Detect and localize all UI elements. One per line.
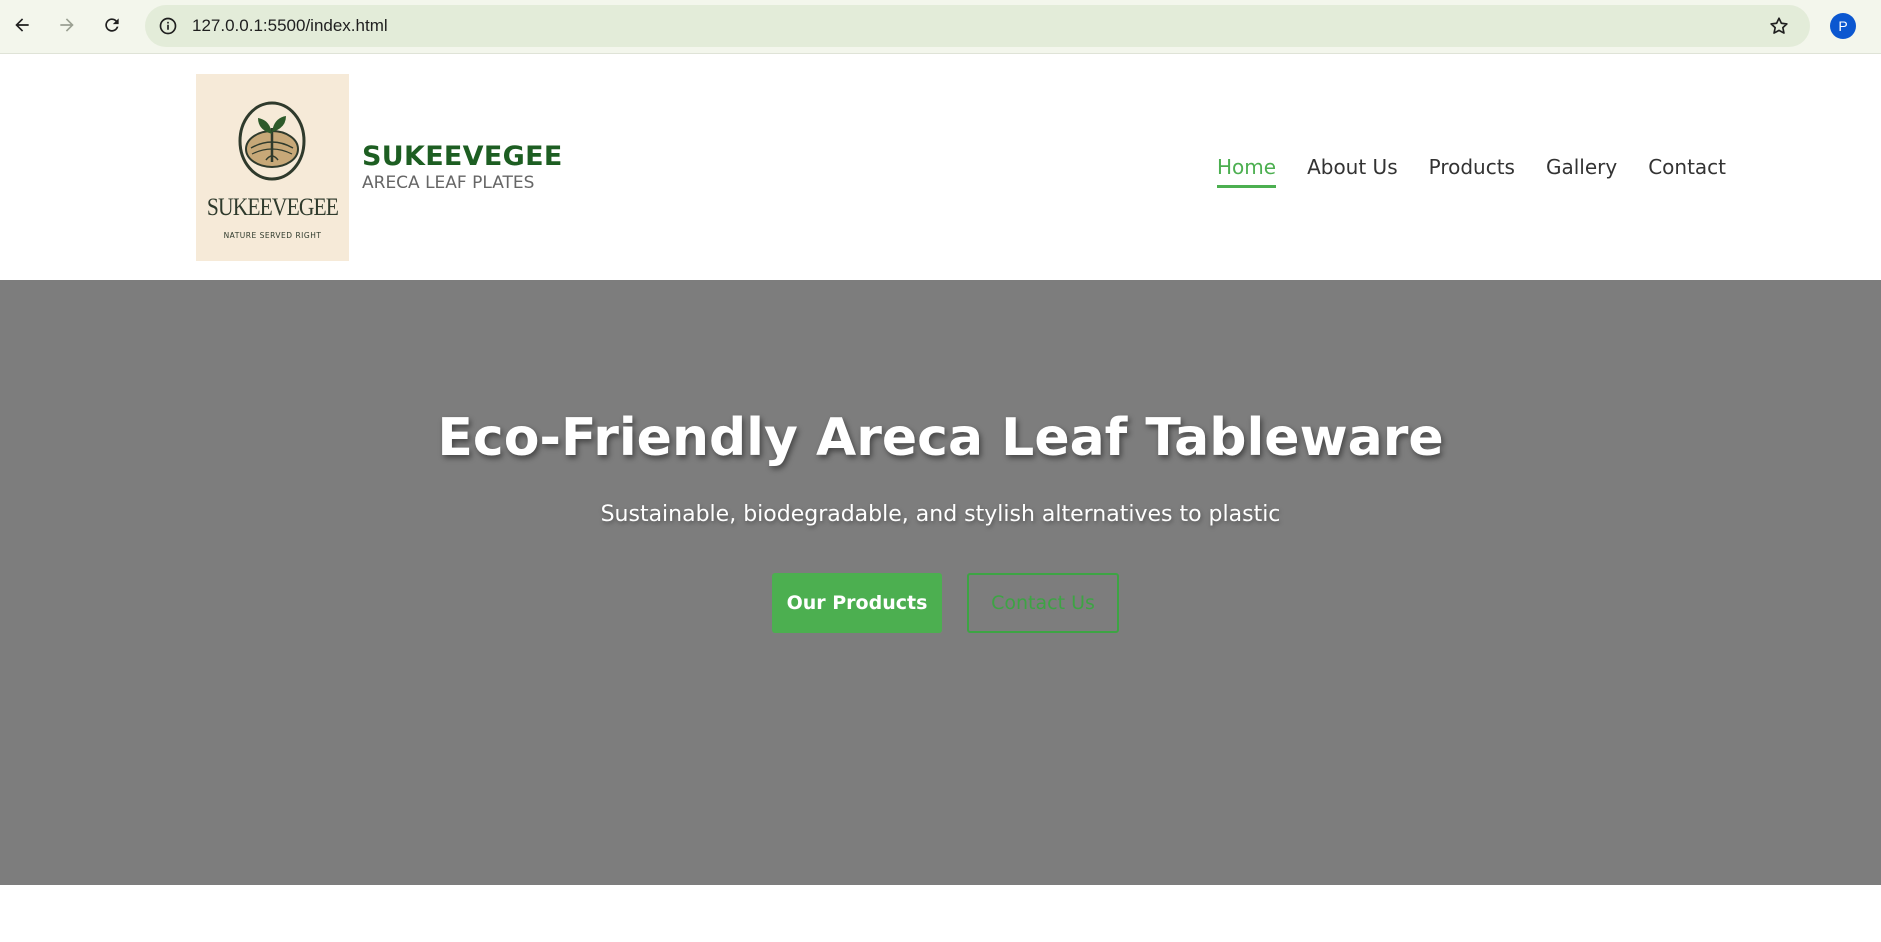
brand-name: SUKEEVEGEE <box>362 141 563 172</box>
hero-title: Eco-Friendly Areca Leaf Tableware <box>437 408 1444 468</box>
profile-avatar[interactable]: P <box>1830 13 1856 39</box>
bookmark-star-icon[interactable] <box>1768 15 1790 37</box>
nav-link-about-us[interactable]: About Us <box>1307 155 1398 188</box>
hero-subtitle: Sustainable, biodegradable, and stylish … <box>600 502 1281 527</box>
logo-wordmark: SUKEEVEGEE <box>206 194 339 221</box>
brand-subtitle: ARECA LEAF PLATES <box>362 173 535 193</box>
logo[interactable]: SUKEEVEGEE NATURE SERVED RIGHT <box>196 74 349 261</box>
logo-tagline: NATURE SERVED RIGHT <box>223 231 322 240</box>
nav-link-products[interactable]: Products <box>1429 155 1515 188</box>
site-info-icon[interactable] <box>158 16 178 36</box>
reload-icon[interactable] <box>98 11 126 39</box>
url-text[interactable]: 127.0.0.1:5500/index.html <box>192 16 388 36</box>
nav-link-gallery[interactable]: Gallery <box>1546 155 1617 188</box>
nav-link-contact[interactable]: Contact <box>1648 155 1726 188</box>
main-navigation: Home About Us Products Gallery Contact <box>1217 155 1757 188</box>
back-arrow-icon[interactable] <box>8 11 36 39</box>
forward-arrow-icon[interactable] <box>53 11 81 39</box>
logo-emblem-icon <box>238 101 306 181</box>
address-bar[interactable]: 127.0.0.1:5500/index.html <box>145 5 1810 47</box>
brand-block: SUKEEVEGEE ARECA LEAF PLATES <box>362 141 563 193</box>
hero-section: Eco-Friendly Areca Leaf Tableware Sustai… <box>0 280 1881 885</box>
site-header: SUKEEVEGEE NATURE SERVED RIGHT SUKEEVEGE… <box>0 55 1881 280</box>
browser-toolbar: 127.0.0.1:5500/index.html P <box>0 0 1881 54</box>
our-products-button[interactable]: Our Products <box>772 573 942 633</box>
nav-link-home[interactable]: Home <box>1217 155 1277 188</box>
contact-us-button[interactable]: Contact Us <box>967 573 1119 633</box>
